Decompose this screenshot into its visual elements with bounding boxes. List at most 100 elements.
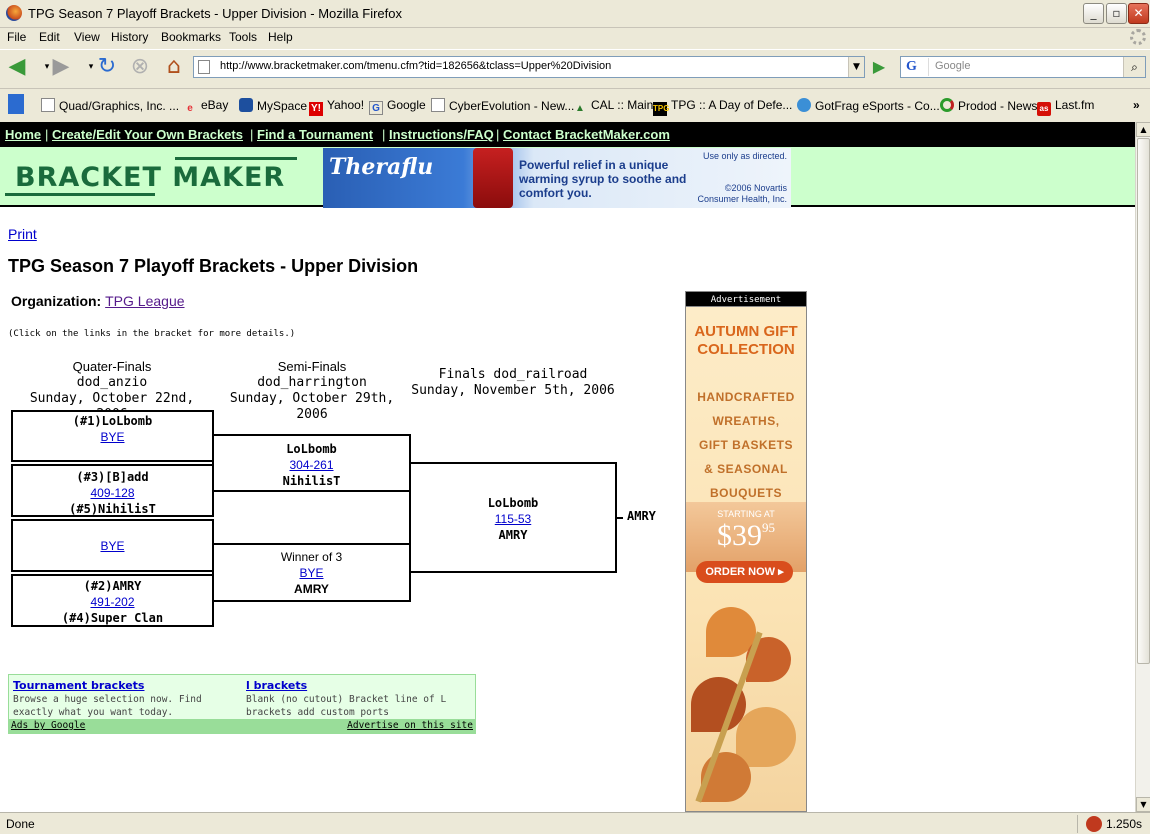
ads-by-google-link[interactable]: Ads by Google <box>11 720 85 731</box>
close-button[interactable]: ✕ <box>1128 3 1149 24</box>
organization-link[interactable]: TPG League <box>105 293 184 309</box>
go-button[interactable]: ▶ <box>868 57 890 77</box>
url-bar[interactable]: http://www.bracketmaker.com/tmenu.cfm?ti… <box>193 56 865 78</box>
search-magnifier-icon[interactable]: ⌕ <box>1123 57 1145 77</box>
ad-link-l-brackets[interactable]: l brackets <box>246 679 307 692</box>
gotfrag-icon <box>797 98 811 112</box>
bracketmaker-logo[interactable]: BRACKET MAKER <box>5 157 297 197</box>
yslow-icon[interactable] <box>1086 816 1102 832</box>
menu-bar: File Edit View History Bookmarks Tools H… <box>0 28 1150 48</box>
theraflu-banner-ad[interactable]: Theraflu Powerful relief in a unique war… <box>323 148 791 208</box>
ad-starting-at: STARTING AT <box>717 509 775 519</box>
match-score-link[interactable]: 409-128 <box>90 486 134 500</box>
ad-link-tournament-brackets[interactable]: Tournament brackets <box>13 679 144 692</box>
search-input[interactable]: Google <box>935 60 970 72</box>
back-arrow-icon[interactable]: ◀ <box>4 56 30 80</box>
match-qf-2: (#3)[B]add 409-128 (#5)NihilisT <box>11 464 214 517</box>
match-score-link[interactable]: 115-53 <box>495 512 531 526</box>
stop-icon[interactable]: ⊗ <box>127 56 153 80</box>
google-engine-icon[interactable]: G <box>903 58 929 76</box>
logo-rule <box>5 193 155 196</box>
match-qf-4: (#2)AMRY 491-202 (#4)Super Clan <box>11 574 214 627</box>
yahoo-icon: Y! <box>309 102 323 116</box>
ad-items: HANDCRAFTED WREATHS, GIFT BASKETS & SEAS… <box>697 390 795 500</box>
print-link[interactable]: Print <box>8 226 37 242</box>
match-sf-1: LoLbomb 304-261 NihilisT <box>212 434 411 492</box>
team-bottom: (#5)NihilisT <box>69 502 156 516</box>
round-name: Quater-Finals <box>72 359 152 374</box>
status-text: Done <box>6 817 35 831</box>
bookmark-prodod[interactable]: Prodod - News <box>940 98 1037 113</box>
reload-icon[interactable]: ↻ <box>94 56 120 80</box>
scroll-thumb[interactable] <box>1137 138 1150 664</box>
minimize-button[interactable]: _ <box>1083 3 1104 24</box>
banner-note: Use only as directed. <box>702 151 787 161</box>
bookmarks-overflow-chevron-icon[interactable]: » <box>1133 98 1140 112</box>
team-bottom: (#4)Super Clan <box>61 611 164 625</box>
nav-separator: | <box>45 127 49 142</box>
match-score-link[interactable]: 304-261 <box>289 458 333 472</box>
url-history-dropdown[interactable]: ▼ <box>848 57 864 77</box>
organization-line: Organization: TPG League <box>11 293 185 309</box>
nav-find-link[interactable]: Find a Tournament <box>257 127 373 142</box>
bookmark-quadgraphics[interactable]: Quad/Graphics, Inc. ... <box>41 98 179 113</box>
lastfm-icon: as <box>1037 102 1051 116</box>
match-score-link[interactable]: BYE <box>100 539 124 553</box>
bookmarks-menu-icon[interactable] <box>8 94 28 115</box>
maximize-button[interactable]: ▫ <box>1106 3 1127 24</box>
page-icon <box>198 60 210 74</box>
menu-bookmarks[interactable]: Bookmarks <box>161 30 221 44</box>
home-icon[interactable]: ⌂ <box>161 56 187 80</box>
menu-view[interactable]: View <box>74 30 100 44</box>
bookmark-lastfm[interactable]: as Last.fm <box>1037 98 1094 116</box>
banner-copyright: ©2006 Novartis Consumer Health, Inc. <box>697 183 787 204</box>
match-score-link[interactable]: 491-202 <box>90 595 134 609</box>
url-text[interactable]: http://www.bracketmaker.com/tmenu.cfm?ti… <box>220 60 611 72</box>
page-title: TPG Season 7 Playoff Brackets - Upper Di… <box>8 256 419 276</box>
bookmark-myspace[interactable]: MySpace <box>239 98 307 113</box>
advertisement-label: Advertisement <box>685 291 807 307</box>
menu-help[interactable]: Help <box>268 30 293 44</box>
tpg-icon: TPG <box>653 102 669 116</box>
vertical-scrollbar[interactable]: ▲ ▼ <box>1135 122 1150 812</box>
ad-headline: AUTUMN GIFT COLLECTION <box>694 323 798 358</box>
round-name: Finals dod_railroad <box>438 367 588 382</box>
advertise-link[interactable]: Advertise on this site <box>347 720 473 731</box>
menu-edit[interactable]: Edit <box>39 30 60 44</box>
nav-create-link[interactable]: Create/Edit Your Own Brackets <box>52 127 243 142</box>
team-bottom: AMRY <box>294 582 329 596</box>
page-viewport: Home | Create/Edit Your Own Brackets | F… <box>0 122 1135 812</box>
order-now-button[interactable]: ORDER NOW ▸ <box>696 561 793 583</box>
menu-tools[interactable]: Tools <box>229 30 257 44</box>
team-top: LoLbomb <box>286 442 337 456</box>
round-date: Sunday, October 29th, 2006 <box>229 391 395 422</box>
nav-home-link[interactable]: Home <box>5 127 41 142</box>
bookmark-ebay[interactable]: e eBay <box>183 98 228 116</box>
bookmark-yahoo[interactable]: Y! Yahoo! <box>309 98 364 116</box>
nav-instructions-link[interactable]: Instructions/FAQ <box>389 127 494 142</box>
search-box[interactable]: G Google ⌕ <box>900 56 1146 78</box>
myspace-icon <box>239 98 253 112</box>
bookmark-gotfrag[interactable]: GotFrag eSports - Co... <box>797 98 940 113</box>
nav-contact-link[interactable]: Contact BracketMaker.com <box>503 127 670 142</box>
champion-connector <box>617 517 623 519</box>
autumn-gift-ad[interactable]: AUTUMN GIFT COLLECTION HANDCRAFTED WREAT… <box>685 307 807 812</box>
forward-arrow-icon[interactable]: ▶ <box>48 56 74 80</box>
match-score-link[interactable]: BYE <box>100 430 124 444</box>
title-bar: TPG Season 7 Playoff Brackets - Upper Di… <box>0 0 1150 28</box>
load-time: 1.250s <box>1105 817 1142 831</box>
browser-window: TPG Season 7 Playoff Brackets - Upper Di… <box>0 0 1150 834</box>
menu-file[interactable]: File <box>7 30 26 44</box>
scroll-down-arrow-icon[interactable]: ▼ <box>1136 797 1150 812</box>
bookmark-cyberevolution[interactable]: CyberEvolution - New... <box>431 98 574 113</box>
google-icon: G <box>369 101 383 115</box>
menu-history[interactable]: History <box>111 30 148 44</box>
scroll-up-arrow-icon[interactable]: ▲ <box>1136 122 1150 137</box>
bookmark-cal[interactable]: ▲ CAL :: Main <box>573 98 653 116</box>
match-final: LoLbomb 115-53 AMRY <box>409 462 617 573</box>
match-score-link[interactable]: BYE <box>299 566 323 580</box>
bookmark-tpg[interactable]: TPG TPG :: A Day of Defe... <box>653 98 792 116</box>
bookmark-google[interactable]: G Google <box>369 98 426 115</box>
team-top: Winner of 3 <box>280 550 343 564</box>
ads-footer: Ads by Google Advertise on this site <box>9 719 475 733</box>
